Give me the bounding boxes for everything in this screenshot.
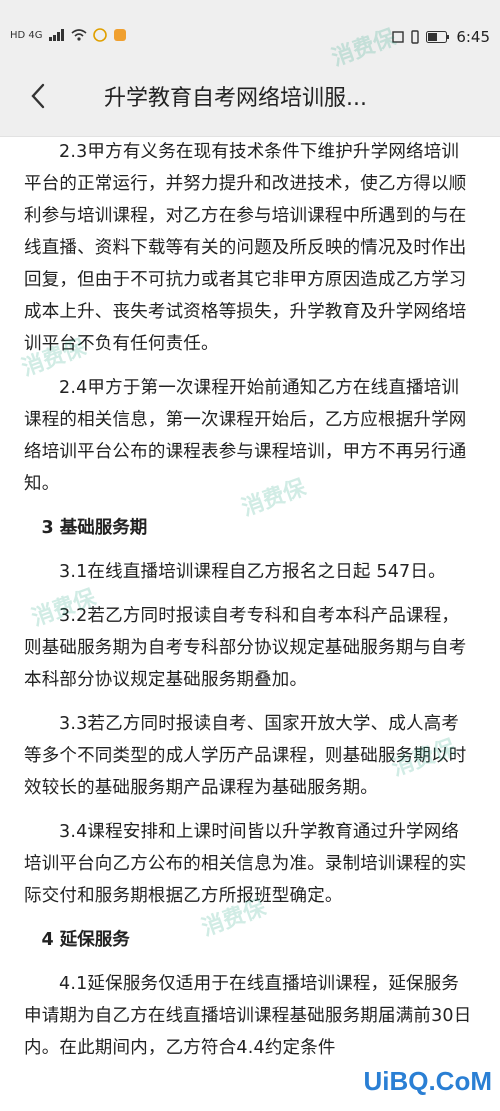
clock: 6:45	[456, 28, 490, 46]
app-notification-icon	[92, 28, 107, 42]
paragraph-3-4: 3.4课程安排和上课时间皆以升学教育通过升学网络培训平台向乙方公布的相关信息为准…	[24, 822, 467, 906]
status-left: HD 4G	[10, 28, 127, 42]
paragraph-4-1: 4.1延保服务仅适用于在线直播培训课程，延保服务申请期为自乙方在线直播培训课程基…	[24, 974, 472, 1058]
paragraph-3-1: 3.1在线直播培训课程自乙方报名之日起 547日。	[59, 562, 446, 582]
article-content: 2.3甲方有义务在现有技术条件下维护升学网络培训平台的正常运行，并努力提升和改进…	[24, 136, 476, 1076]
network-label: HD 4G	[10, 29, 43, 41]
section-title-4: 4 延保服务	[41, 930, 130, 950]
status-right: 6:45	[392, 28, 490, 46]
battery-icon	[426, 31, 450, 43]
vibrate-icon	[410, 30, 420, 44]
signal-icon	[48, 29, 65, 41]
top-app-bar: 升学教育自考网络培训服...	[0, 58, 500, 137]
paragraph-3-3: 3.3若乙方同时报读自考、国家开放大学、成人高考等多个不同类型的成人学历产品课程…	[24, 714, 467, 798]
paragraph-2-3: 2.3甲方有义务在现有技术条件下维护升学网络培训平台的正常运行，并努力提升和改进…	[24, 142, 467, 354]
chevron-left-icon	[31, 83, 45, 109]
wifi-icon	[70, 29, 87, 41]
page-title: 升学教育自考网络培训服...	[104, 86, 367, 111]
nfc-icon	[392, 31, 405, 43]
site-logo: UiBQ.CoM	[363, 1066, 492, 1096]
app-notification-icon-2	[113, 28, 127, 42]
section-title-3: 3 基础服务期	[41, 518, 148, 538]
back-button[interactable]	[20, 78, 56, 114]
paragraph-2-4: 2.4甲方于第一次课程开始前通知乙方在线直播培训课程的相关信息，第一次课程开始后…	[24, 378, 467, 494]
paragraph-3-2: 3.2若乙方同时报读自考专科和自考本科产品课程，则基础服务期为自考专科部分协议规…	[24, 606, 467, 690]
